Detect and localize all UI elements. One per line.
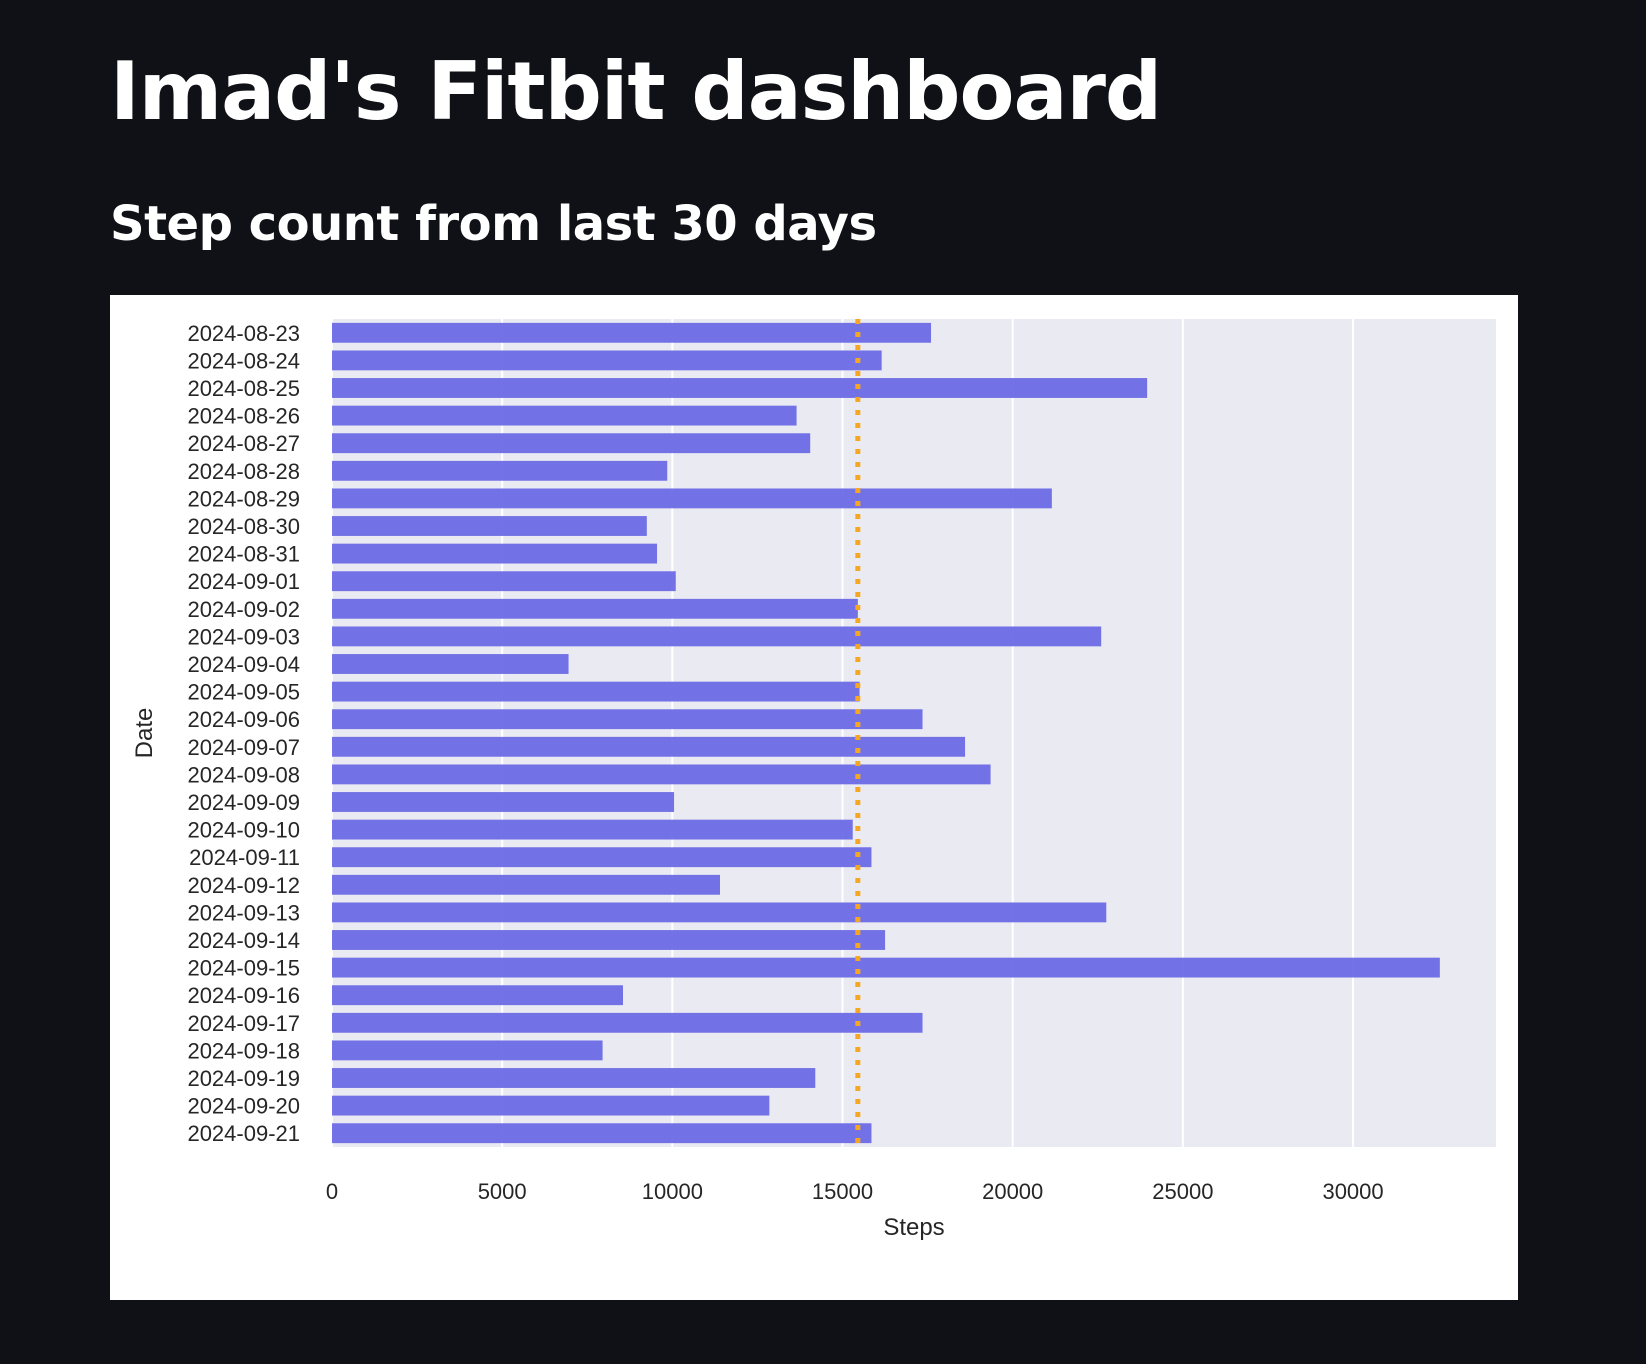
bar — [332, 847, 872, 868]
y-tick-label: 2024-09-17 — [187, 1011, 300, 1036]
bar — [332, 516, 647, 536]
bar — [332, 378, 1148, 398]
bar — [332, 1068, 816, 1088]
y-tick-label: 2024-09-20 — [187, 1094, 300, 1119]
bar — [332, 654, 569, 674]
bar — [332, 985, 623, 1006]
y-tick-label: 2024-09-14 — [187, 928, 300, 953]
y-tick-label: 2024-09-06 — [187, 707, 300, 732]
bar — [332, 1123, 872, 1144]
bar — [332, 405, 797, 426]
section-title: Step count from last 30 days — [110, 196, 877, 252]
bar — [332, 488, 1052, 509]
bar — [332, 433, 811, 454]
x-tick-label: 25000 — [1152, 1179, 1213, 1204]
y-tick-label: 2024-09-02 — [187, 597, 300, 622]
bar — [332, 902, 1107, 923]
bar — [332, 460, 668, 481]
x-tick-labels: 0 5000 10000 15000 20000 25000 30000 — [326, 1179, 1384, 1204]
y-tick-label: 2024-09-11 — [189, 845, 300, 870]
bar — [332, 957, 1440, 978]
y-tick-label: 2024-08-27 — [187, 431, 300, 456]
y-tick-label: 2024-08-25 — [187, 376, 300, 401]
y-tick-label: 2024-09-10 — [187, 818, 300, 843]
y-tick-label: 2024-08-29 — [187, 486, 300, 511]
bar — [332, 792, 675, 812]
bar — [332, 543, 658, 564]
y-tick-label: 2024-09-21 — [187, 1121, 300, 1146]
bar — [332, 350, 882, 371]
y-tick-label: 2024-09-01 — [187, 569, 300, 594]
y-tick-labels: 2024-08-232024-08-24 2024-08-25 2024-08-26… — [187, 321, 300, 1146]
y-tick-label: 2024-09-12 — [187, 873, 300, 898]
bar — [332, 874, 720, 895]
bar — [332, 1040, 603, 1061]
y-tick-label: 2024-09-16 — [187, 983, 300, 1008]
step-count-chart: 2024-08-23 2024-08-24 2024-08-25 2024-08-26… — [110, 295, 1518, 1300]
y-tick-label: 2024-08-30 — [187, 514, 300, 539]
y-tick-label: 2024-09-09 — [187, 790, 300, 815]
dashboard-page: Imad's Fitbit dashboard Step count from … — [0, 0, 1646, 1364]
x-axis-title: Steps — [883, 1214, 944, 1241]
y-tick-label: 2024-09-05 — [187, 680, 300, 705]
bar — [332, 598, 858, 619]
bar — [332, 322, 932, 343]
bar — [332, 626, 1102, 647]
bar — [332, 736, 966, 757]
y-tick-label: 2024-09-15 — [187, 956, 300, 981]
y-tick-label: 2024-09-04 — [187, 652, 300, 677]
x-tick-label: 10000 — [642, 1179, 703, 1204]
y-tick-label: 2024-08-28 — [187, 459, 300, 484]
bar — [332, 930, 886, 950]
bar — [332, 571, 676, 592]
y-tick-label: 2024-08-26 — [187, 404, 300, 429]
y-tick-label: 2024-08-23 — [187, 321, 300, 346]
y-tick-label: 2024-09-07 — [187, 735, 300, 760]
bar — [332, 681, 860, 702]
y-axis-title: Date — [131, 708, 158, 759]
bar — [332, 709, 923, 730]
y-tick-label: 2024-08-24 — [187, 348, 300, 373]
y-tick-label: 2024-08-31 — [187, 542, 300, 567]
bar-chart-svg: 2024-08-232024-08-24 2024-08-25 2024-08-26… — [131, 319, 1496, 1241]
x-tick-label: 5000 — [478, 1179, 527, 1204]
y-tick-label: 2024-09-03 — [187, 624, 300, 649]
y-tick-label: 2024-09-18 — [187, 1038, 300, 1063]
x-tick-label: 30000 — [1322, 1179, 1383, 1204]
page-title: Imad's Fitbit dashboard — [110, 45, 1162, 138]
x-tick-label: 20000 — [982, 1179, 1043, 1204]
bar — [332, 819, 853, 840]
y-tick-label: 2024-09-19 — [187, 1066, 300, 1091]
y-tick-label: 2024-09-08 — [187, 762, 300, 787]
x-tick-label: 15000 — [812, 1179, 873, 1204]
bar — [332, 764, 991, 785]
x-tick-label: 0 — [326, 1179, 338, 1204]
bar — [332, 1012, 923, 1033]
y-tick-label: 2024-09-13 — [187, 900, 300, 925]
bar — [332, 1095, 770, 1116]
